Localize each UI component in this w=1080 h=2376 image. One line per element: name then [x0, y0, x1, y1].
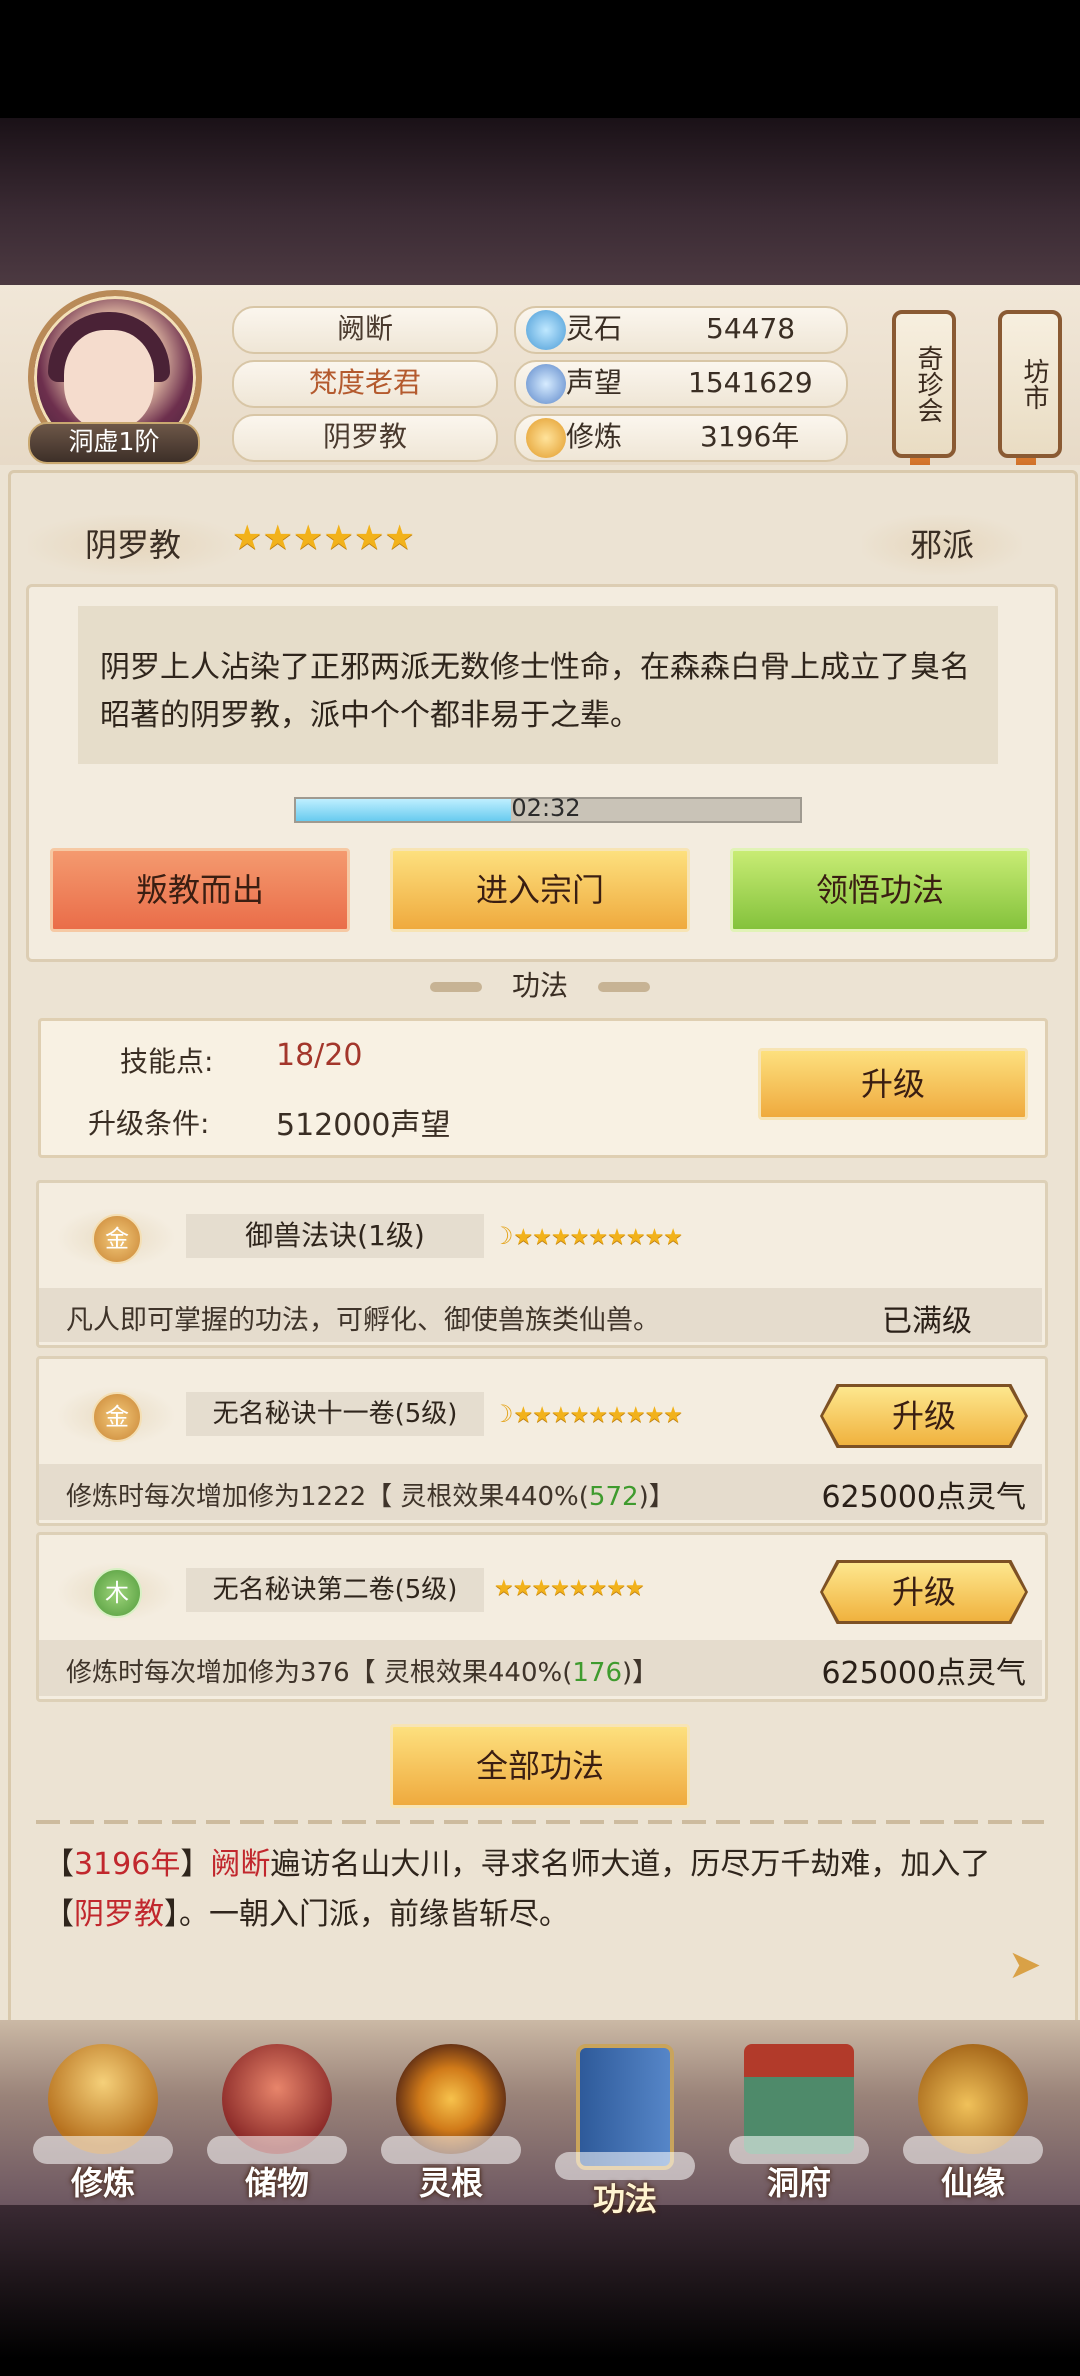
resource-label: 灵石 — [566, 312, 623, 345]
star-icon: ★ — [323, 518, 354, 558]
upgrade-condition-value: 512000声望 — [276, 1108, 451, 1143]
top-decoration-band — [0, 118, 1080, 288]
resource-label: 声望 — [566, 366, 623, 399]
resource-value: 54478 — [706, 312, 796, 345]
nav-item-spirit-root[interactable]: 灵根 — [376, 2030, 526, 2210]
spirit-stone-icon — [526, 310, 566, 350]
log-year: 3196年 — [74, 1847, 181, 1882]
skill-status: 已满级 — [882, 1304, 972, 1339]
skill-rating: ☽★★★★★★★★★ — [492, 1400, 684, 1428]
character-name: 阙断 — [232, 306, 498, 354]
event-log: 【3196年】阙断遍访名山大川，寻求名师大道，历尽万千劫难，加入了【阴罗教】。一… — [44, 1840, 1044, 1940]
log-bracket-open: 【 — [44, 1897, 74, 1932]
skill-name: 御兽法诀(1级) — [186, 1214, 484, 1258]
star-icon: ★★★★★★★★ — [494, 1576, 645, 1601]
resource-cultivation: 修炼 3196年 — [514, 414, 848, 462]
skill-description-suffix: )】 — [622, 1658, 659, 1688]
nav-item-cultivate[interactable]: 修炼 — [28, 2030, 178, 2210]
resource-spirit-stone: 灵石 54478 — [514, 306, 848, 354]
cultivation-icon — [526, 418, 566, 458]
skill-bonus-value: 176 — [572, 1658, 623, 1688]
moon-icon: ☽ — [492, 1400, 514, 1428]
log-name: 阙断 — [210, 1847, 271, 1882]
nav-item-storage[interactable]: 储物 — [202, 2030, 352, 2210]
avatar-face — [64, 330, 154, 430]
skill-description: 修炼时每次增加修为1222【 灵根效果440%(572)】 — [66, 1476, 675, 1513]
skill-bonus-value: 572 — [588, 1482, 639, 1512]
treasure-fair-button[interactable]: 奇珍会 — [892, 310, 956, 458]
star-icon: ★ — [292, 518, 324, 558]
resource-label: 修炼 — [566, 420, 623, 453]
log-text: 。一朝入门派，前缘皆斩尽。 — [179, 1897, 569, 1932]
skill-rating: ☽★★★★★★★★★ — [492, 1222, 684, 1250]
nav-label: 修炼 — [70, 2164, 135, 2202]
divider — [36, 1820, 1044, 1824]
upgrade-points-button[interactable]: 升级 — [758, 1048, 1028, 1120]
nav-item-skills[interactable]: 功法 — [550, 2030, 700, 2218]
character-sect: 阴罗教 — [232, 414, 498, 462]
resource-value: 3196年 — [700, 420, 800, 453]
log-text: 遍访名山大川，寻求名师大道，历尽万千劫难，加入了 — [270, 1847, 991, 1882]
sect-description: 阴罗上人沾染了正邪两派无数修士性命，在森森白骨上成立了臭名昭著的阴罗教，派中个个… — [78, 606, 998, 764]
star-icon: ★★★★★★★★★ — [513, 1225, 684, 1250]
upgrade-skill-button[interactable]: 升级 — [823, 1387, 1025, 1445]
skill-cost: 625000点灵气 — [821, 1656, 1026, 1691]
all-skills-button[interactable]: 全部功法 — [390, 1724, 690, 1808]
skill-description: 凡人即可掌握的功法，可孵化、御使兽族类仙兽。 — [66, 1305, 660, 1336]
enter-sect-button[interactable]: 进入宗门 — [390, 848, 690, 932]
skill-rating: ★★★★★★★★ — [494, 1576, 645, 1601]
skill-points-label: 技能点: — [120, 1045, 214, 1078]
comprehend-skill-button[interactable]: 领悟功法 — [730, 848, 1030, 932]
skill-points-value: 18/20 — [276, 1038, 363, 1073]
star-icon: ★ — [353, 518, 385, 558]
log-bracket-open: 【 — [44, 1847, 74, 1882]
nav-item-fate[interactable]: 仙缘 — [898, 2030, 1048, 2210]
skill-description-prefix: 修炼时每次增加修为1222【 灵根效果440%( — [66, 1482, 589, 1512]
skill-name: 无名秘诀十一卷(5级) — [186, 1392, 484, 1436]
sect-stars: ★★★★★★ — [232, 518, 415, 558]
wood-element-badge: 木 — [92, 1568, 142, 1618]
skill-cost: 625000点灵气 — [821, 1480, 1026, 1515]
sect-alignment: 邪派 — [862, 515, 1022, 575]
next-arrow-icon[interactable]: ➤ — [1008, 1942, 1042, 1988]
nav-label: 功法 — [592, 2180, 657, 2218]
log-sect: 阴罗教 — [74, 1897, 164, 1932]
nav-label: 仙缘 — [940, 2164, 1005, 2202]
skill-description-suffix: )】 — [638, 1482, 675, 1512]
nav-label: 储物 — [244, 2164, 309, 2202]
resource-prestige: 声望 1541629 — [514, 360, 848, 408]
resource-value: 1541629 — [688, 366, 813, 399]
market-button[interactable]: 坊市 — [998, 310, 1062, 458]
skill-name: 无名秘诀第二卷(5级) — [186, 1568, 484, 1612]
skill-description-prefix: 修炼时每次增加修为376【 灵根效果440%( — [66, 1658, 573, 1688]
upgrade-condition-label: 升级条件: — [88, 1107, 210, 1140]
bottom-decoration — [0, 2205, 1080, 2376]
nav-label: 灵根 — [418, 2164, 483, 2202]
star-icon: ★ — [262, 518, 293, 558]
character-title: 梵度老君 — [232, 360, 498, 408]
rank-label: 洞虚1阶 — [28, 422, 200, 464]
upgrade-skill-button[interactable]: 升级 — [823, 1563, 1025, 1621]
leave-sect-button[interactable]: 叛教而出 — [50, 848, 350, 932]
star-icon: ★★★★★★★★★ — [513, 1403, 684, 1428]
nav-item-cave[interactable]: 洞府 — [724, 2030, 874, 2210]
log-bracket-close: 】 — [164, 1897, 179, 1932]
prestige-icon — [526, 364, 566, 404]
star-icon: ★ — [232, 518, 263, 558]
metal-element-badge: 金 — [92, 1214, 142, 1264]
ornament-right — [598, 982, 650, 992]
log-bracket-close: 】 — [180, 1847, 211, 1882]
timer-text: 02:32 — [511, 794, 581, 822]
skill-description: 修炼时每次增加修为376【 灵根效果440%(176)】 — [66, 1652, 658, 1689]
metal-element-badge: 金 — [92, 1392, 142, 1442]
nav-label: 洞府 — [766, 2164, 831, 2202]
moon-icon: ☽ — [492, 1222, 514, 1250]
star-icon: ★ — [384, 518, 415, 558]
sect-name: 阴罗教 — [28, 515, 238, 575]
